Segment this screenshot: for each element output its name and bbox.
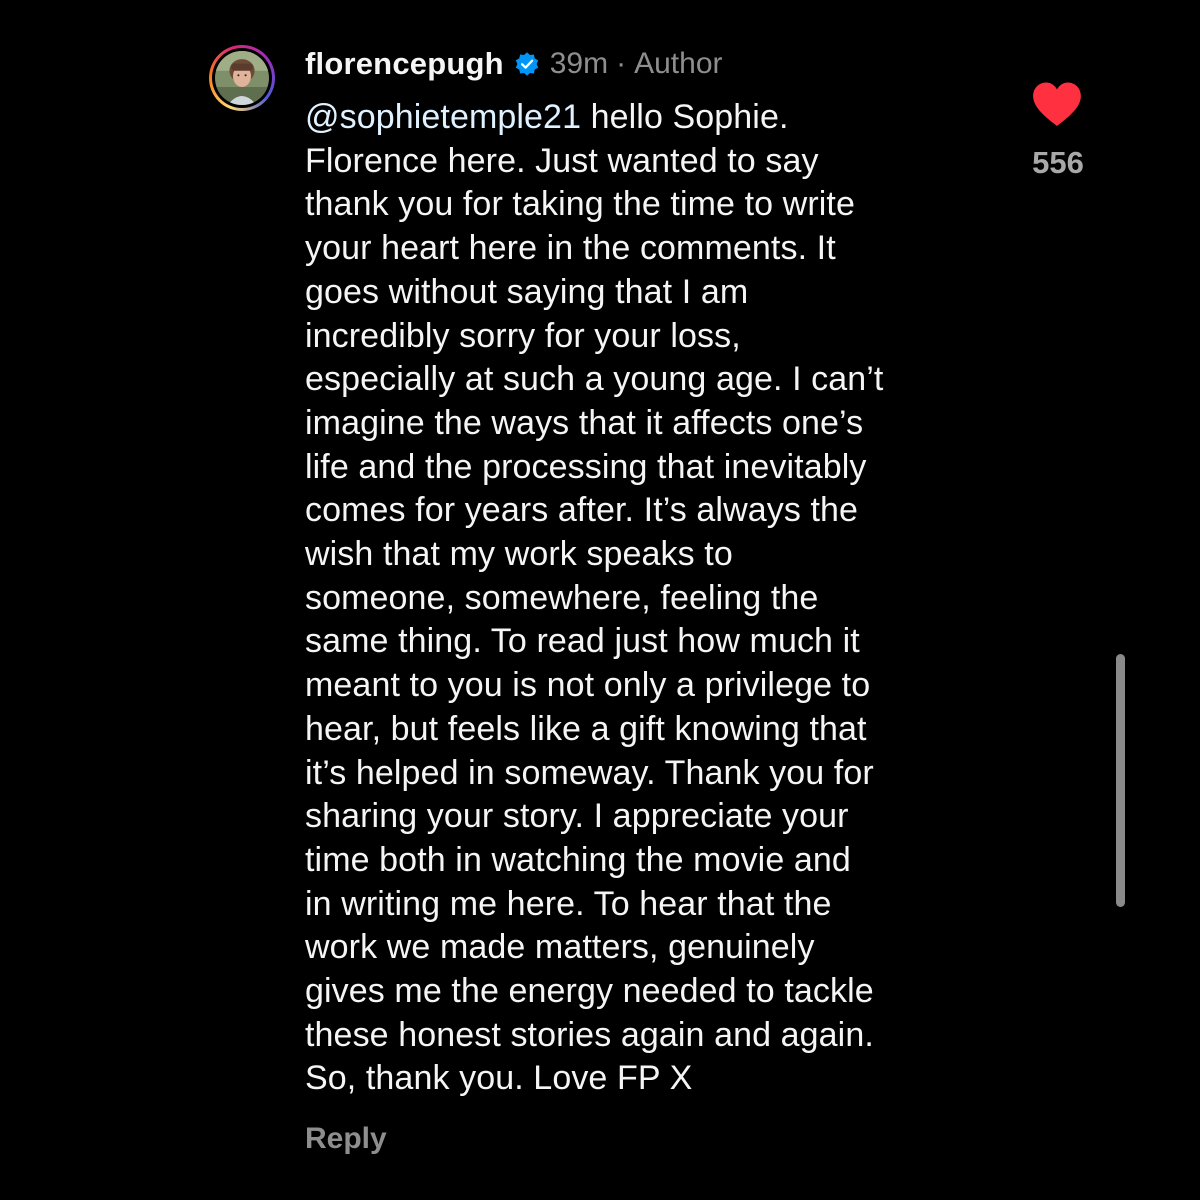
avatar-photo xyxy=(215,51,269,105)
comment-text: @sophietemple21 hello Sophie. Florence h… xyxy=(305,96,995,1101)
heart-icon[interactable] xyxy=(1030,80,1084,128)
scrollbar-thumb[interactable] xyxy=(1116,654,1125,907)
comment-timestamp: 39m xyxy=(549,47,609,80)
like-count: 556 xyxy=(1032,145,1084,180)
reply-button[interactable]: Reply xyxy=(305,1122,387,1156)
meta-separator: · xyxy=(616,47,627,80)
comment-avatar[interactable] xyxy=(209,45,275,111)
comment-mention[interactable]: @sophietemple21 xyxy=(305,98,581,136)
comment-body: hello Sophie. Florence here. Just wanted… xyxy=(305,98,884,1098)
author-label: Author xyxy=(634,47,723,80)
verified-badge-icon xyxy=(515,52,538,76)
comment-username[interactable]: florencepugh xyxy=(305,46,504,82)
comment-header: florencepugh 39m · Author xyxy=(305,42,723,86)
